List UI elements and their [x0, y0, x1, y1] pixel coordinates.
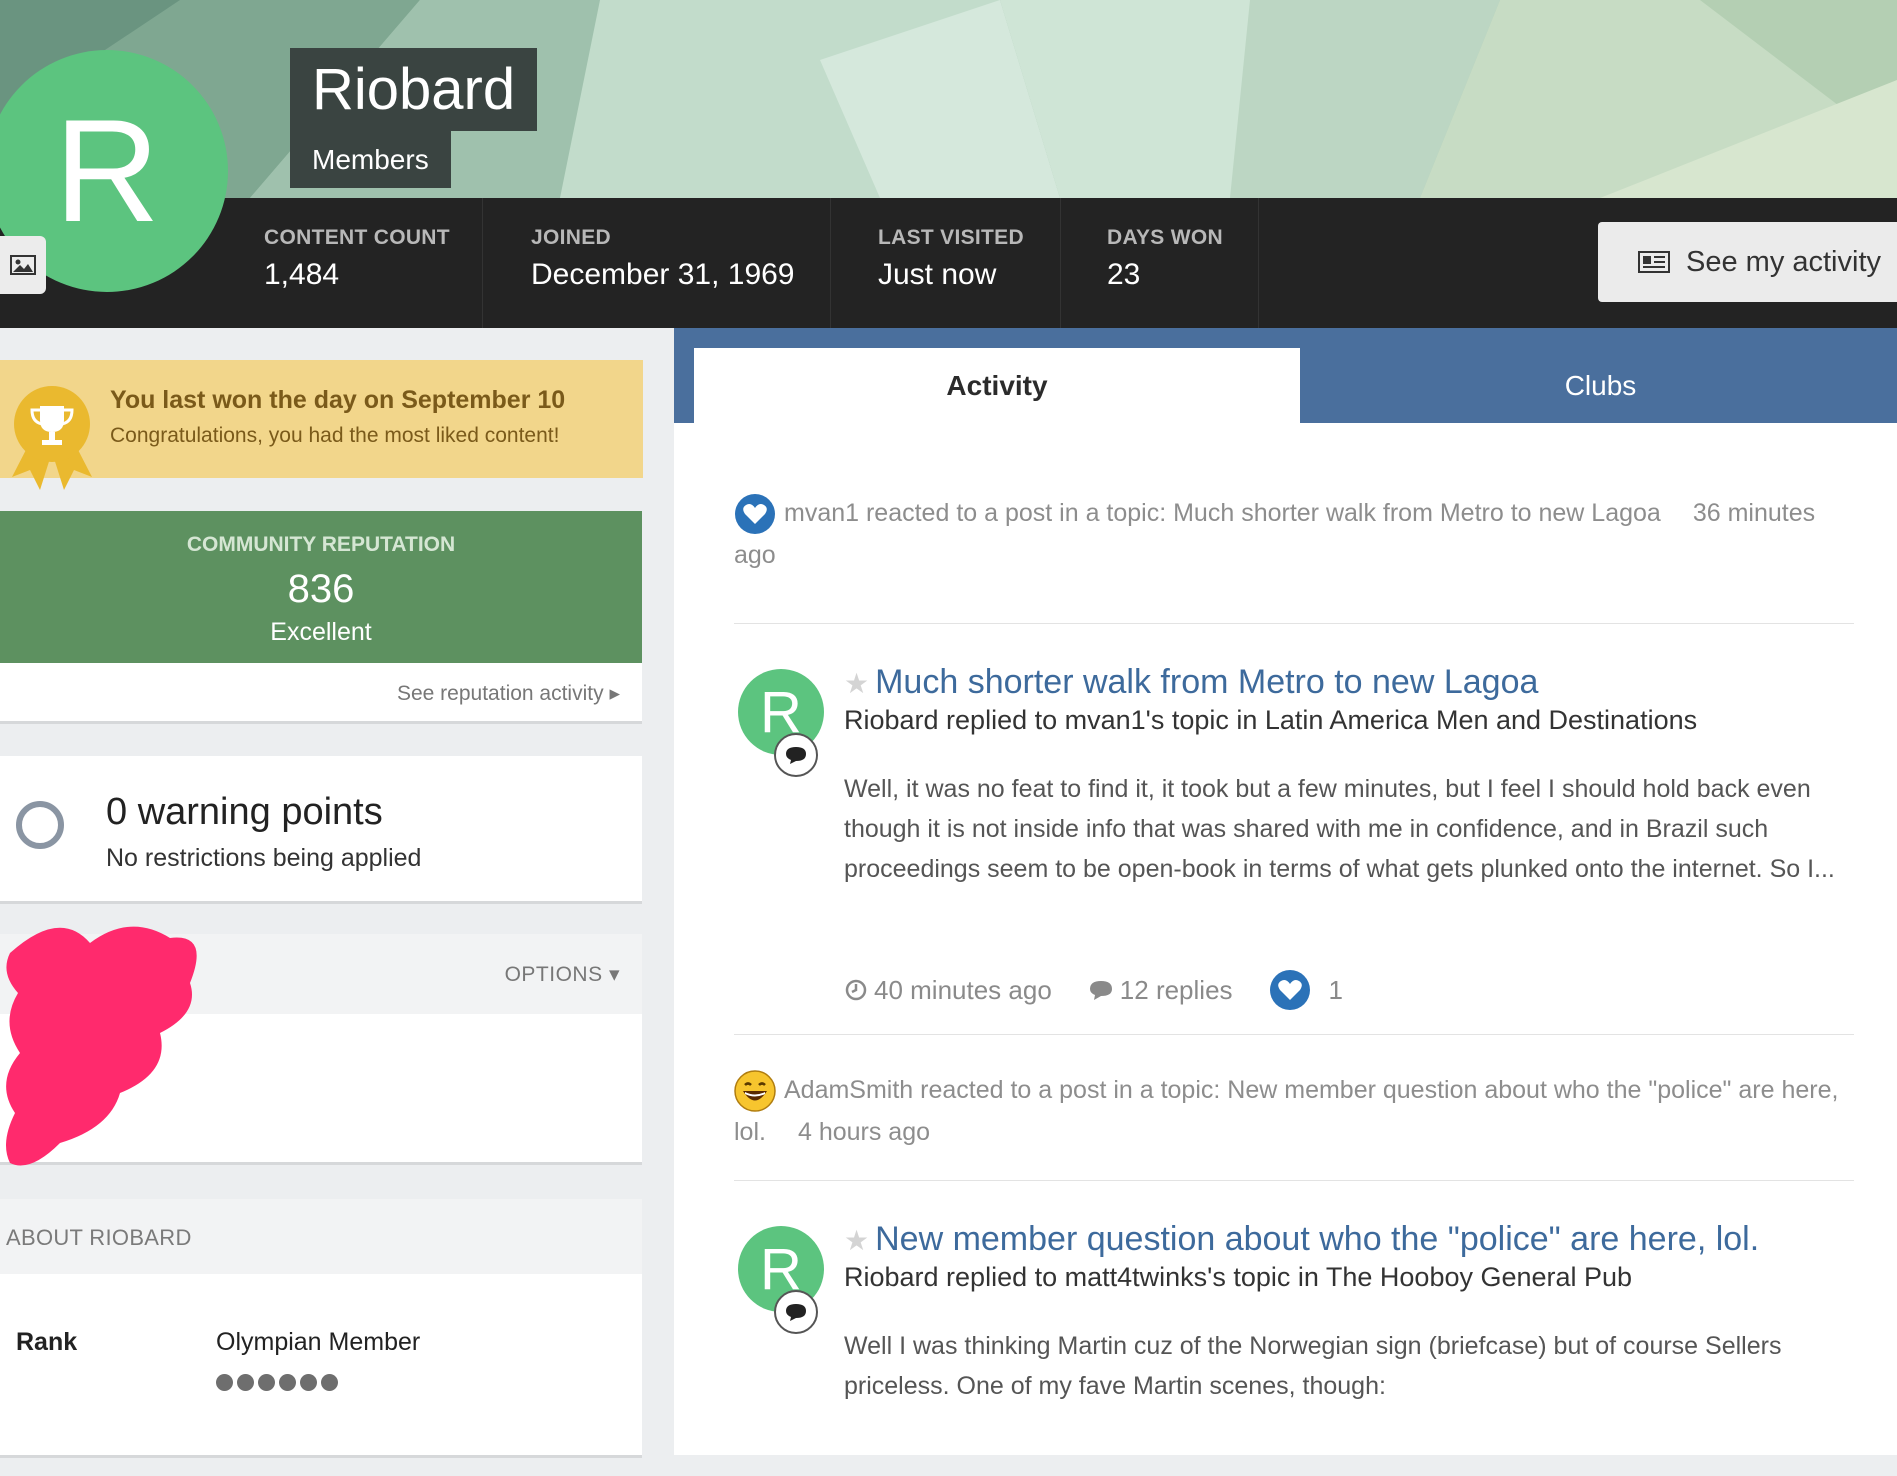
divider [830, 198, 831, 328]
reputation-link-row: See reputation activity ▸ [0, 663, 642, 724]
divider [734, 1180, 1854, 1181]
post-excerpt: Well I was thinking Martin cuz of the No… [844, 1332, 1782, 1400]
comment-icon [1089, 981, 1112, 1000]
rank-pip [321, 1374, 338, 1391]
rank-pip [237, 1374, 254, 1391]
laughing-emoji-icon [734, 1070, 776, 1113]
star-icon[interactable]: ★ [844, 668, 869, 699]
stat-last-visited: LAST VISITED Just now [878, 226, 1024, 292]
activity-feed: mvan1 reacted to a post in a topic: Much… [734, 423, 1854, 1476]
rank-pip [258, 1374, 275, 1391]
list-item: AdamSmith reacted to a post in a topic: … [734, 1070, 1854, 1150]
post-replies[interactable]: 12 replies [1088, 975, 1233, 1006]
post-excerpt: Well, it was no feat to find it, it took… [844, 775, 1835, 883]
redaction-scribble [6, 926, 197, 1166]
day-won-banner: You last won the day on September 10 Con… [0, 360, 643, 490]
rank-value: Olympian Member [216, 1328, 421, 1356]
options-label: OPTIONS [504, 963, 603, 986]
reputation-link-label: See reputation activity [396, 682, 604, 705]
divider [734, 1034, 1854, 1035]
stat-value: 1,484 [264, 258, 340, 291]
comment-bubble-icon [774, 733, 818, 777]
heart-icon [1269, 970, 1310, 1010]
post-meta: 40 minutes ago 12 replies 1 [844, 969, 1343, 1011]
reaction-time: 4 hours ago [797, 1118, 931, 1147]
reputation-value: 836 [287, 567, 355, 611]
newspaper-icon [1638, 251, 1670, 273]
stat-joined: JOINED December 31, 1969 [531, 226, 795, 292]
heart-icon [735, 494, 775, 535]
day-won-title: You last won the day on September 10 [110, 386, 566, 414]
stat-label: JOINED [531, 226, 611, 249]
stat-value: Just now [878, 258, 997, 291]
stat-value: December 31, 1969 [531, 258, 795, 291]
warning-points-title: 0 warning points [106, 791, 383, 833]
profile-group[interactable]: Members [290, 131, 451, 188]
caret-right-icon: ▸ [609, 682, 620, 705]
stat-content-count: CONTENT COUNT 1,484 [264, 226, 450, 292]
post-meta-row: 40 minutes ago 12 replies 1 [734, 969, 1854, 1034]
stat-value[interactable]: 23 [1107, 258, 1223, 292]
stat-label: LAST VISITED [878, 226, 1024, 249]
divider [734, 623, 1854, 624]
post-title-link[interactable]: ★ Much shorter walk from Metro to new Lag… [844, 663, 1538, 702]
post-time: 40 minutes ago [844, 975, 1052, 1006]
clock-icon [845, 979, 867, 1001]
rank-label: Rank [16, 1328, 78, 1356]
trophy-icon [12, 386, 92, 490]
day-won-text: Congratulations, you had the most liked … [110, 424, 560, 447]
post-time-label: 40 minutes ago [874, 974, 1052, 1005]
profile-name: Riobard [290, 48, 538, 131]
warning-points-text: No restrictions being applied [106, 844, 422, 872]
divider [1258, 198, 1259, 328]
post-reactions[interactable]: 1 [1269, 969, 1343, 1011]
change-cover-photo-button[interactable] [0, 236, 46, 294]
profile-sidebar: You last won the day on September 10 Con… [0, 328, 674, 1458]
stat-label: CONTENT COUNT [264, 226, 450, 249]
post-replies-label: 12 replies [1119, 974, 1233, 1005]
warning-points-card: 0 warning points No restrictions being a… [0, 756, 642, 904]
reputation-card: COMMUNITY REPUTATION 836 Excellent [0, 511, 642, 663]
caret-down-icon: ▾ [608, 963, 620, 986]
about-panel: Rank Olympian Member [0, 1274, 642, 1458]
profile-main: Activity Clubs mvan1 reacted to a post i… [674, 328, 1897, 1455]
rank-pip [216, 1374, 233, 1391]
divider [482, 198, 483, 328]
cover-photo [0, 0, 1897, 198]
options-dropdown[interactable]: OPTIONS ▾ [505, 962, 620, 987]
profile-tabs: Activity Clubs [674, 328, 1897, 423]
list-item: R ★ Much shorter walk from Metro to new L… [734, 663, 1854, 969]
image-icon [10, 255, 36, 275]
post-subtitle: Riobard replied to mvan1's topic in Lati… [844, 705, 1698, 735]
stat-label: DAYS WON [1107, 226, 1223, 249]
star-icon[interactable]: ★ [844, 1225, 869, 1256]
see-reputation-activity-link[interactable]: See reputation activity ▸ [397, 681, 620, 706]
see-my-activity-label: See my activity [1686, 245, 1881, 278]
about-heading: ABOUT RIOBARD [6, 1225, 192, 1250]
post-title-link[interactable]: ★ New member question about who the "poli… [844, 1220, 1759, 1259]
rank-pip [279, 1374, 296, 1391]
about-header: ABOUT RIOBARD [0, 1199, 642, 1274]
post-reactions-count: 1 [1328, 974, 1343, 1005]
rank-pip [300, 1374, 317, 1391]
divider [1060, 198, 1061, 328]
list-item: mvan1 reacted to a post in a topic: Much… [734, 493, 1854, 593]
comment-bubble-icon [774, 1290, 818, 1334]
see-my-activity-button[interactable]: See my activity [1598, 222, 1897, 302]
post-title: New member question about who the "polic… [875, 1220, 1760, 1258]
tab-activity[interactable]: Activity [694, 348, 1300, 423]
tab-clubs[interactable]: Clubs [1304, 348, 1897, 423]
reaction-text[interactable]: mvan1 reacted to a post in a topic: Much… [784, 499, 1661, 527]
reputation-level: Excellent [270, 618, 372, 646]
rank-pips [216, 1374, 338, 1391]
reputation-label: COMMUNITY REPUTATION [186, 533, 456, 556]
post-title: Much shorter walk from Metro to new Lago… [875, 663, 1539, 701]
list-item: R ★ New member question about who the "po… [734, 1220, 1854, 1476]
stat-days-won: DAYS WON 23 [1107, 226, 1223, 292]
post-subtitle: Riobard replied to matt4twinks's topic i… [844, 1262, 1633, 1292]
warning-ring-icon [16, 801, 64, 849]
